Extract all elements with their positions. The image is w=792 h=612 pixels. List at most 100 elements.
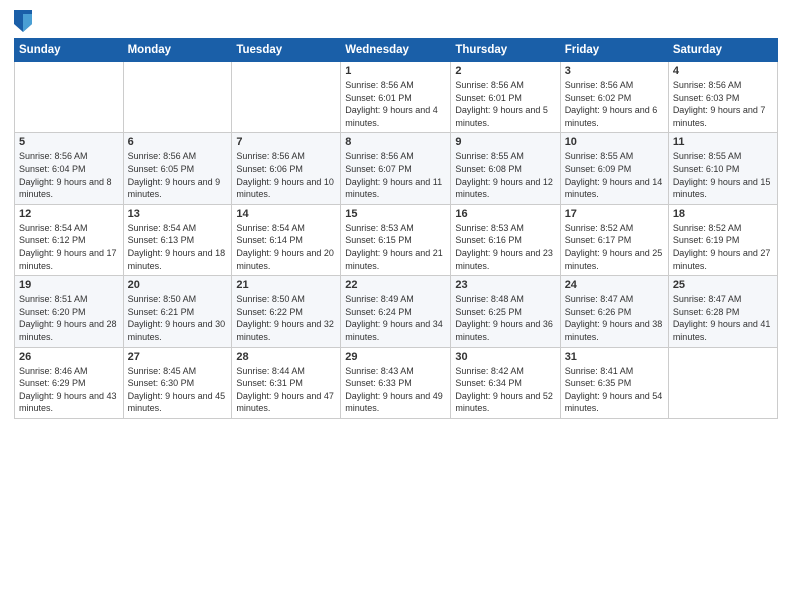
day-info: Sunrise: 8:56 AM Sunset: 6:05 PM Dayligh…	[128, 150, 228, 200]
day-cell: 26Sunrise: 8:46 AM Sunset: 6:29 PM Dayli…	[15, 347, 124, 418]
day-cell: 16 Sunrise: 8:53 AM Sunset: 6:16 PM Dayli…	[451, 204, 560, 275]
day-cell: 19 Sunrise: 8:51 AM Sunset: 6:20 PM Dayli…	[15, 276, 124, 347]
day-cell: 3Sunrise: 8:56 AM Sunset: 6:02 PM Daylig…	[560, 62, 668, 133]
day-number: 8	[345, 136, 446, 148]
day-cell: 30 Sunrise: 8:42 AM Sunset: 6:34 PM Dayli…	[451, 347, 560, 418]
day-number: 31	[565, 351, 664, 363]
weekday-header-wednesday: Wednesday	[341, 39, 451, 62]
header	[14, 10, 778, 32]
week-row-3: 12 Sunrise: 8:54 AM Sunset: 6:12 PM Dayli…	[15, 204, 778, 275]
day-info: Sunrise: 8:49 AM Sunset: 6:24 PM Dayligh…	[345, 293, 446, 343]
day-number: 29	[345, 351, 446, 363]
day-number: 11	[673, 136, 773, 148]
weekday-header-row: SundayMondayTuesdayWednesdayThursdayFrid…	[15, 39, 778, 62]
day-cell: 13Sunrise: 8:54 AM Sunset: 6:13 PM Dayli…	[123, 204, 232, 275]
day-info: Sunrise: 8:46 AM Sunset: 6:29 PM Dayligh…	[19, 365, 119, 415]
day-info: Sunrise: 8:56 AM Sunset: 6:01 PM Dayligh…	[455, 79, 555, 129]
day-cell	[232, 62, 341, 133]
day-info: Sunrise: 8:50 AM Sunset: 6:21 PM Dayligh…	[128, 293, 228, 343]
day-number: 2	[455, 65, 555, 77]
day-info: Sunrise: 8:44 AM Sunset: 6:31 PM Dayligh…	[236, 365, 336, 415]
day-info: Sunrise: 8:53 AM Sunset: 6:15 PM Dayligh…	[345, 222, 446, 272]
day-number: 18	[673, 208, 773, 220]
day-info: Sunrise: 8:55 AM Sunset: 6:08 PM Dayligh…	[455, 150, 555, 200]
day-cell: 8 Sunrise: 8:56 AM Sunset: 6:07 PM Daylig…	[341, 133, 451, 204]
day-info: Sunrise: 8:45 AM Sunset: 6:30 PM Dayligh…	[128, 365, 228, 415]
day-info: Sunrise: 8:51 AM Sunset: 6:20 PM Dayligh…	[19, 293, 119, 343]
day-info: Sunrise: 8:48 AM Sunset: 6:25 PM Dayligh…	[455, 293, 555, 343]
day-cell: 23Sunrise: 8:48 AM Sunset: 6:25 PM Dayli…	[451, 276, 560, 347]
day-cell: 27 Sunrise: 8:45 AM Sunset: 6:30 PM Dayli…	[123, 347, 232, 418]
calendar-table: SundayMondayTuesdayWednesdayThursdayFrid…	[14, 38, 778, 419]
day-number: 30	[455, 351, 555, 363]
day-number: 4	[673, 65, 773, 77]
week-row-2: 5Sunrise: 8:56 AM Sunset: 6:04 PM Daylig…	[15, 133, 778, 204]
day-cell: 5Sunrise: 8:56 AM Sunset: 6:04 PM Daylig…	[15, 133, 124, 204]
day-cell	[123, 62, 232, 133]
day-info: Sunrise: 8:54 AM Sunset: 6:14 PM Dayligh…	[236, 222, 336, 272]
day-info: Sunrise: 8:54 AM Sunset: 6:13 PM Dayligh…	[128, 222, 228, 272]
day-cell: 24 Sunrise: 8:47 AM Sunset: 6:26 PM Dayli…	[560, 276, 668, 347]
day-number: 27	[128, 351, 228, 363]
day-number: 17	[565, 208, 664, 220]
day-cell: 10Sunrise: 8:55 AM Sunset: 6:09 PM Dayli…	[560, 133, 668, 204]
day-cell: 12 Sunrise: 8:54 AM Sunset: 6:12 PM Dayli…	[15, 204, 124, 275]
day-cell: 31 Sunrise: 8:41 AM Sunset: 6:35 PM Dayli…	[560, 347, 668, 418]
day-cell: 7 Sunrise: 8:56 AM Sunset: 6:06 PM Daylig…	[232, 133, 341, 204]
day-info: Sunrise: 8:56 AM Sunset: 6:07 PM Dayligh…	[345, 150, 446, 200]
day-cell: 22 Sunrise: 8:49 AM Sunset: 6:24 PM Dayli…	[341, 276, 451, 347]
day-info: Sunrise: 8:52 AM Sunset: 6:19 PM Dayligh…	[673, 222, 773, 272]
day-cell: 17Sunrise: 8:52 AM Sunset: 6:17 PM Dayli…	[560, 204, 668, 275]
day-number: 22	[345, 279, 446, 291]
day-number: 14	[236, 208, 336, 220]
day-cell	[668, 347, 777, 418]
day-cell: 1 Sunrise: 8:56 AM Sunset: 6:01 PM Daylig…	[341, 62, 451, 133]
day-number: 5	[19, 136, 119, 148]
day-info: Sunrise: 8:42 AM Sunset: 6:34 PM Dayligh…	[455, 365, 555, 415]
day-cell: 11 Sunrise: 8:55 AM Sunset: 6:10 PM Dayli…	[668, 133, 777, 204]
day-info: Sunrise: 8:55 AM Sunset: 6:10 PM Dayligh…	[673, 150, 773, 200]
day-cell: 18 Sunrise: 8:52 AM Sunset: 6:19 PM Dayli…	[668, 204, 777, 275]
day-info: Sunrise: 8:47 AM Sunset: 6:26 PM Dayligh…	[565, 293, 664, 343]
weekday-header-tuesday: Tuesday	[232, 39, 341, 62]
day-number: 12	[19, 208, 119, 220]
day-info: Sunrise: 8:54 AM Sunset: 6:12 PM Dayligh…	[19, 222, 119, 272]
day-number: 20	[128, 279, 228, 291]
week-row-4: 19 Sunrise: 8:51 AM Sunset: 6:20 PM Dayli…	[15, 276, 778, 347]
day-number: 3	[565, 65, 664, 77]
day-number: 19	[19, 279, 119, 291]
day-cell: 6Sunrise: 8:56 AM Sunset: 6:05 PM Daylig…	[123, 133, 232, 204]
day-info: Sunrise: 8:50 AM Sunset: 6:22 PM Dayligh…	[236, 293, 336, 343]
day-info: Sunrise: 8:41 AM Sunset: 6:35 PM Dayligh…	[565, 365, 664, 415]
day-info: Sunrise: 8:56 AM Sunset: 6:06 PM Dayligh…	[236, 150, 336, 200]
day-cell: 14 Sunrise: 8:54 AM Sunset: 6:14 PM Dayli…	[232, 204, 341, 275]
logo	[14, 10, 34, 32]
day-cell: 20 Sunrise: 8:50 AM Sunset: 6:21 PM Dayli…	[123, 276, 232, 347]
day-number: 9	[455, 136, 555, 148]
day-number: 1	[345, 65, 446, 77]
day-info: Sunrise: 8:47 AM Sunset: 6:28 PM Dayligh…	[673, 293, 773, 343]
day-number: 24	[565, 279, 664, 291]
day-info: Sunrise: 8:43 AM Sunset: 6:33 PM Dayligh…	[345, 365, 446, 415]
day-cell: 21 Sunrise: 8:50 AM Sunset: 6:22 PM Dayli…	[232, 276, 341, 347]
day-number: 15	[345, 208, 446, 220]
day-number: 21	[236, 279, 336, 291]
day-cell: 28Sunrise: 8:44 AM Sunset: 6:31 PM Dayli…	[232, 347, 341, 418]
day-cell: 15 Sunrise: 8:53 AM Sunset: 6:15 PM Dayli…	[341, 204, 451, 275]
weekday-header-monday: Monday	[123, 39, 232, 62]
page: SundayMondayTuesdayWednesdayThursdayFrid…	[0, 0, 792, 612]
day-cell: 4Sunrise: 8:56 AM Sunset: 6:03 PM Daylig…	[668, 62, 777, 133]
week-row-1: 1 Sunrise: 8:56 AM Sunset: 6:01 PM Daylig…	[15, 62, 778, 133]
weekday-header-saturday: Saturday	[668, 39, 777, 62]
week-row-5: 26Sunrise: 8:46 AM Sunset: 6:29 PM Dayli…	[15, 347, 778, 418]
day-cell: 29 Sunrise: 8:43 AM Sunset: 6:33 PM Dayli…	[341, 347, 451, 418]
day-info: Sunrise: 8:55 AM Sunset: 6:09 PM Dayligh…	[565, 150, 664, 200]
day-cell: 9 Sunrise: 8:55 AM Sunset: 6:08 PM Daylig…	[451, 133, 560, 204]
weekday-header-thursday: Thursday	[451, 39, 560, 62]
day-info: Sunrise: 8:56 AM Sunset: 6:01 PM Dayligh…	[345, 79, 446, 129]
day-number: 25	[673, 279, 773, 291]
day-number: 16	[455, 208, 555, 220]
logo-icon	[14, 10, 32, 32]
day-number: 7	[236, 136, 336, 148]
day-info: Sunrise: 8:53 AM Sunset: 6:16 PM Dayligh…	[455, 222, 555, 272]
